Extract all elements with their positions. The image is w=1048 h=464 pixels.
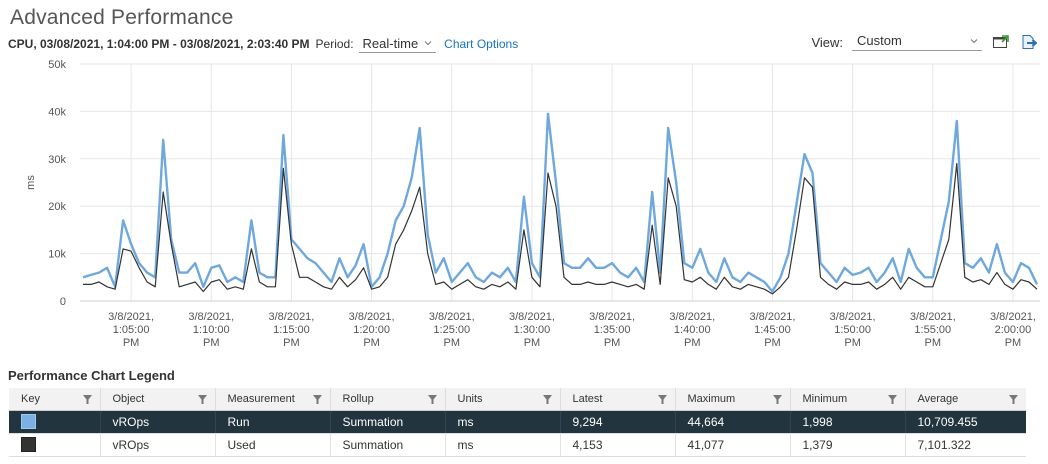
legend-title: Performance Chart Legend bbox=[8, 368, 175, 383]
filter-icon[interactable] bbox=[312, 395, 322, 404]
filter-icon[interactable] bbox=[82, 395, 92, 404]
export-icon[interactable] bbox=[1020, 33, 1038, 51]
period-select-value: Real-time bbox=[362, 35, 419, 51]
performance-chart: 0 10k 20k 30k 40k 50k ms 3/8/2021, 1:05:00 PM 3/8/… bbox=[25, 59, 1040, 349]
latest-cell: 9,294 bbox=[560, 410, 676, 434]
maximum-cell: 44,664 bbox=[675, 410, 791, 434]
column-header-label: Measurement bbox=[227, 392, 295, 405]
x-tick-label: 3/8/2021, 2:00:00 PM bbox=[990, 311, 1036, 349]
column-header-label: Object bbox=[112, 392, 145, 405]
y-tick-label: 0 bbox=[60, 296, 66, 308]
x-tick-label: 3/8/2021, 1:55:00 PM bbox=[910, 311, 956, 349]
x-tick-label: 3/8/2021, 1:20:00 PM bbox=[349, 311, 395, 349]
x-tick-label: 3/8/2021, 1:15:00 PM bbox=[268, 311, 314, 349]
view-select[interactable]: Custom bbox=[852, 33, 982, 51]
legend-row-run[interactable]: vROps Run Summation ms 9,294 44,664 1,99… bbox=[9, 410, 1026, 434]
y-tick-label: 40k bbox=[48, 106, 66, 118]
view-select-value: Custom bbox=[857, 33, 902, 48]
x-tick-label: 3/8/2021, 1:35:00 PM bbox=[589, 311, 635, 349]
view-label: View: bbox=[811, 34, 843, 50]
legend-key-cell bbox=[9, 433, 101, 457]
filter-icon[interactable] bbox=[197, 395, 207, 404]
column-header-rollup[interactable]: Rollup bbox=[330, 388, 446, 411]
column-header-maximum[interactable]: Maximum bbox=[675, 388, 791, 411]
column-header-units[interactable]: Units bbox=[445, 388, 561, 411]
chart-options-link[interactable]: Chart Options bbox=[444, 37, 518, 51]
series-line-run bbox=[82, 112, 1039, 293]
column-header-key[interactable]: Key bbox=[9, 388, 101, 411]
chevron-down-icon bbox=[970, 38, 978, 43]
filter-icon[interactable] bbox=[887, 395, 897, 404]
average-cell: 10,709.455 bbox=[905, 410, 1026, 434]
series-color-swatch bbox=[21, 414, 36, 430]
x-tick-label: 3/8/2021, 1:40:00 PM bbox=[669, 311, 715, 349]
x-tick-label: 3/8/2021, 1:05:00 PM bbox=[108, 311, 154, 349]
column-header-measurement[interactable]: Measurement bbox=[215, 388, 331, 411]
y-tick-label: 30k bbox=[48, 154, 66, 166]
minimum-cell: 1,998 bbox=[790, 410, 906, 434]
x-tick-label: 3/8/2021, 1:30:00 PM bbox=[509, 311, 555, 349]
filter-icon[interactable] bbox=[772, 395, 782, 404]
column-header-label: Average bbox=[917, 392, 959, 405]
column-header-minimum[interactable]: Minimum bbox=[790, 388, 906, 411]
page-title: Advanced Performance bbox=[10, 6, 234, 29]
legend-header-row: Key Object Measurement Rollup Units Late… bbox=[9, 388, 1026, 411]
legend-row-used[interactable]: vROps Used Summation ms 4,153 41,077 1,3… bbox=[9, 433, 1026, 457]
period-select[interactable]: Real-time bbox=[358, 35, 437, 53]
units-cell: ms bbox=[445, 433, 561, 457]
rollup-cell: Summation bbox=[330, 410, 446, 434]
x-tick-label: 3/8/2021, 1:50:00 PM bbox=[830, 311, 876, 349]
series-color-swatch bbox=[21, 437, 36, 453]
measurement-cell: Run bbox=[215, 410, 331, 434]
popout-chart-icon[interactable] bbox=[992, 33, 1010, 51]
column-header-object[interactable]: Object bbox=[100, 388, 216, 411]
units-cell: ms bbox=[445, 410, 561, 434]
chevron-down-icon bbox=[424, 41, 432, 46]
column-header-label: Maximum bbox=[687, 392, 736, 405]
filter-icon[interactable] bbox=[427, 395, 437, 404]
legend-key-cell bbox=[9, 410, 101, 434]
column-header-label: Latest bbox=[572, 392, 603, 405]
column-header-label: Minimum bbox=[802, 392, 848, 405]
x-tick-label: 3/8/2021, 1:10:00 PM bbox=[188, 311, 234, 349]
column-header-label: Rollup bbox=[342, 392, 374, 405]
column-header-average[interactable]: Average bbox=[905, 388, 1026, 411]
average-cell: 7,101.322 bbox=[905, 433, 1026, 457]
column-header-latest[interactable]: Latest bbox=[560, 388, 676, 411]
object-cell: vROps bbox=[100, 410, 216, 434]
y-tick-label: 50k bbox=[48, 59, 66, 71]
time-range-label: CPU, 03/08/2021, 1:04:00 PM - 03/08/2021… bbox=[8, 37, 310, 51]
minimum-cell: 1,379 bbox=[790, 433, 906, 457]
column-header-label: Key bbox=[21, 392, 40, 405]
latest-cell: 4,153 bbox=[560, 433, 676, 457]
object-cell: vROps bbox=[100, 433, 216, 457]
x-tick-label: 3/8/2021, 1:45:00 PM bbox=[750, 311, 796, 349]
filter-icon[interactable] bbox=[1009, 395, 1018, 404]
column-header-label: Units bbox=[457, 392, 483, 405]
period-label: Period: bbox=[315, 37, 354, 51]
y-axis-label: ms bbox=[25, 175, 37, 190]
x-tick-label: 3/8/2021, 1:25:00 PM bbox=[429, 311, 475, 349]
y-tick-label: 20k bbox=[48, 201, 66, 213]
legend-table: Key Object Measurement Rollup Units Late… bbox=[9, 388, 1026, 457]
view-controls: View: Custom bbox=[811, 33, 1038, 51]
y-tick-label: 10k bbox=[48, 249, 66, 261]
filter-icon[interactable] bbox=[542, 395, 552, 404]
rollup-cell: Summation bbox=[330, 433, 446, 457]
measurement-cell: Used bbox=[215, 433, 331, 457]
maximum-cell: 41,077 bbox=[675, 433, 791, 457]
filter-icon[interactable] bbox=[657, 395, 667, 404]
